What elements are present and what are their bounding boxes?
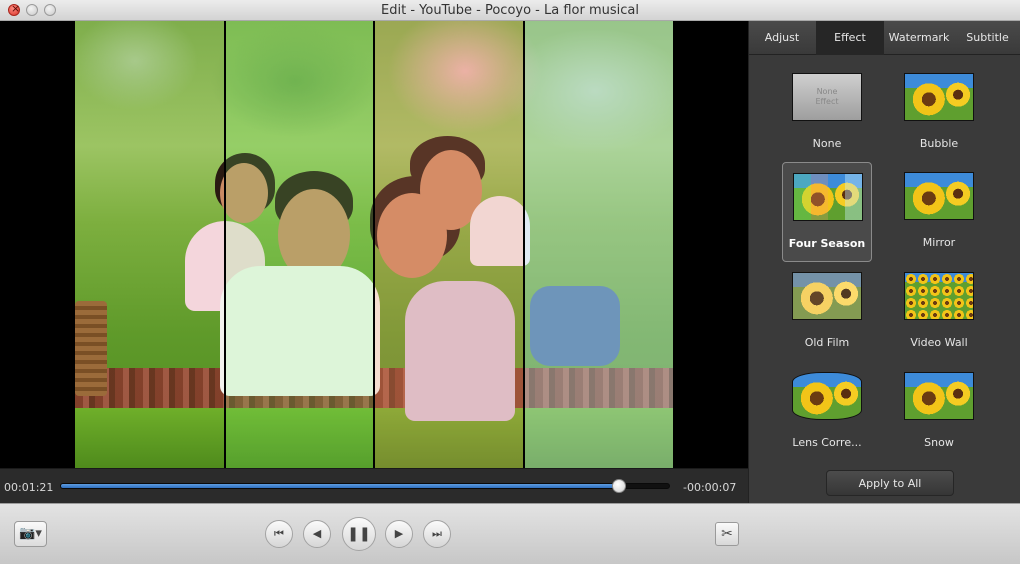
effect-thumb-snow — [904, 372, 974, 420]
skip-to-end-button[interactable]: ⏭ — [423, 520, 451, 548]
bottom-toolbar: 📷▾ ⏮ ◀ ❚❚ ▶ ⏭ ✂ — [0, 503, 1020, 564]
skip-to-start-button[interactable]: ⏮ — [265, 520, 293, 548]
effect-thumb-none: None Effect — [792, 73, 862, 121]
elapsed-time: 00:01:21 — [4, 481, 54, 494]
progress-track[interactable] — [60, 479, 670, 493]
effect-label: None — [812, 137, 842, 150]
picnic-basket — [75, 301, 107, 396]
step-forward-button[interactable]: ▶ — [385, 520, 413, 548]
step-back-button[interactable]: ◀ — [303, 520, 331, 548]
editor-window: Edit - YouTube - Pocoyo - La flor musica… — [0, 0, 1020, 564]
pause-icon: ❚❚ — [347, 526, 371, 542]
effect-label: Four Season — [788, 237, 866, 250]
tab-subtitle[interactable]: Subtitle — [954, 21, 1020, 55]
effect-lens-correction[interactable]: Lens Corre... — [782, 362, 872, 462]
effect-bubble[interactable]: Bubble — [894, 63, 984, 163]
skip-end-icon: ⏭ — [432, 527, 442, 540]
season-strip-winter — [523, 21, 673, 468]
effect-label: Bubble — [919, 137, 959, 150]
pause-button[interactable]: ❚❚ — [342, 517, 376, 551]
snapshot-button[interactable]: 📷▾ — [14, 521, 47, 547]
effect-four-season[interactable]: Four Season — [782, 162, 872, 262]
tab-watermark[interactable]: Watermark — [885, 21, 953, 55]
effect-old-film[interactable]: Old Film — [782, 262, 872, 362]
step-forward-icon: ▶ — [394, 527, 404, 540]
video-frame — [75, 21, 673, 468]
effect-mirror[interactable]: Mirror — [894, 162, 984, 262]
effect-label: Snow — [924, 436, 954, 449]
none-effect-thumb-text: None Effect — [815, 87, 839, 106]
effect-none[interactable]: None Effect None — [782, 63, 872, 163]
effect-thumb-video-wall — [904, 272, 974, 320]
season-strip-spring — [224, 21, 373, 468]
camera-icon: 📷▾ — [19, 526, 42, 541]
apply-to-all-button[interactable]: Apply to All — [826, 470, 954, 496]
progress-knob[interactable] — [611, 479, 626, 493]
window-title: Edit - YouTube - Pocoyo - La flor musica… — [381, 3, 639, 18]
tab-effect[interactable]: Effect — [816, 21, 884, 55]
effect-snow[interactable]: Snow — [894, 362, 984, 462]
effect-label: Old Film — [804, 336, 850, 349]
effect-thumb-bubble — [904, 73, 974, 121]
effects-panel: Adjust Effect Watermark Subtitle None Ef… — [748, 21, 1020, 503]
effect-thumb-mirror — [904, 172, 974, 220]
effect-thumb-old-film — [792, 272, 862, 320]
effect-thumb-four-season — [793, 173, 863, 221]
progress-fill — [61, 484, 619, 488]
season-strip-autumn — [373, 21, 523, 468]
effect-label: Video Wall — [910, 336, 968, 349]
skip-start-icon: ⏮ — [274, 527, 284, 540]
video-preview — [0, 21, 748, 468]
step-back-icon: ◀ — [312, 527, 322, 540]
scissors-icon: ✂ — [721, 526, 733, 542]
remaining-time: -00:00:07 — [683, 481, 737, 494]
title-bar: Edit - YouTube - Pocoyo - La flor musica… — [0, 0, 1020, 21]
tab-adjust[interactable]: Adjust — [749, 21, 815, 55]
effect-label: Mirror — [922, 236, 956, 249]
effect-label: Lens Corre... — [792, 436, 862, 449]
panel-tabs: Adjust Effect Watermark Subtitle — [749, 21, 1020, 55]
cut-button[interactable]: ✂ — [715, 522, 739, 546]
effect-thumb-lens-correction — [792, 372, 862, 420]
effect-video-wall[interactable]: Video Wall — [894, 262, 984, 362]
playback-progress-bar: 00:01:21 -00:00:07 — [0, 468, 748, 503]
